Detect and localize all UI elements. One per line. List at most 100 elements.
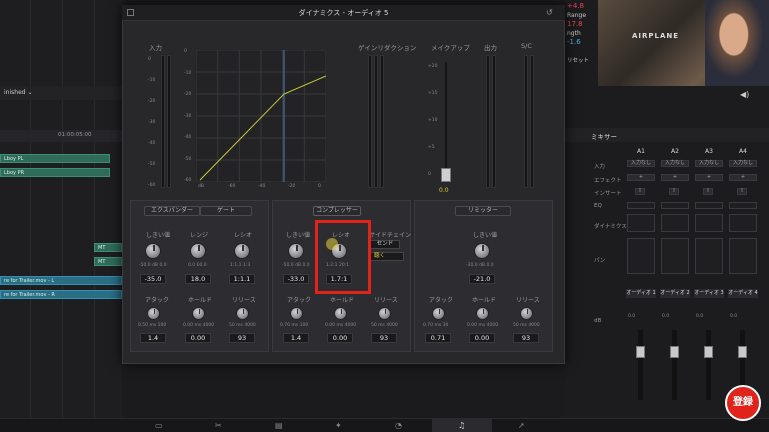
- lim-hold-value[interactable]: 0.00: [469, 333, 495, 343]
- lim-attack-scale: 0.70 ms 30: [423, 323, 449, 328]
- lim-release-value[interactable]: 93: [513, 333, 539, 343]
- sidechain-listen-button[interactable]: 聴く: [370, 252, 404, 261]
- comp-attack-value[interactable]: 1.4: [283, 333, 309, 343]
- channel-fader-track[interactable]: [672, 330, 677, 400]
- channel-effect-button[interactable]: +: [661, 174, 689, 181]
- channel-track-name[interactable]: オーディオ 4: [728, 289, 758, 298]
- exp-range-value[interactable]: 18.0: [185, 274, 211, 284]
- channel-track-name[interactable]: オーディオ 3: [694, 289, 724, 298]
- input-meter: [161, 55, 165, 188]
- timeline-clip-small[interactable]: MT: [94, 243, 122, 252]
- exp-threshold-label: しきい値: [146, 232, 171, 239]
- exp-release-knob[interactable]: [236, 307, 249, 320]
- limiter-toggle[interactable]: リミッター: [455, 206, 511, 216]
- channel-effect-button[interactable]: +: [729, 174, 757, 181]
- channel-fader-cap[interactable]: [636, 346, 645, 358]
- lim-release-knob[interactable]: [520, 307, 533, 320]
- comp-attack-knob[interactable]: [290, 307, 303, 320]
- timeline-clip[interactable]: re for Trailer.mov - L: [0, 276, 122, 285]
- timeline-clip-small[interactable]: MT: [94, 257, 122, 266]
- channel-input-button[interactable]: 入力なし: [661, 160, 689, 167]
- exp-range-knob[interactable]: [190, 243, 206, 259]
- row-label-pan: パン: [594, 258, 606, 264]
- exp-hold-knob[interactable]: [192, 307, 205, 320]
- makeup-slider-handle[interactable]: [441, 168, 451, 182]
- channel-eq[interactable]: [695, 202, 723, 209]
- channel-track-name[interactable]: オーディオ 2: [660, 289, 690, 298]
- comp-hold-value[interactable]: 0.00: [327, 333, 353, 343]
- exp-hold-value[interactable]: 0.00: [185, 333, 211, 343]
- timeline-clip[interactable]: Lboy PR: [0, 168, 110, 177]
- exp-release-value[interactable]: 93: [229, 333, 255, 343]
- close-icon[interactable]: [127, 9, 134, 16]
- color-page-icon[interactable]: ◔: [395, 421, 402, 430]
- channel-insert-button[interactable]: I: [635, 188, 645, 195]
- lim-attack-knob[interactable]: [432, 307, 445, 320]
- lim-release-scale: 50 ms 4000: [513, 323, 540, 328]
- timecode: 01:00:05:00: [58, 132, 92, 138]
- timeline-ruler[interactable]: 01:00:05:00: [0, 130, 122, 142]
- edit-page-icon[interactable]: ▤: [275, 421, 283, 430]
- reset-button[interactable]: リセット: [567, 56, 589, 64]
- channel-insert-button[interactable]: I: [669, 188, 679, 195]
- range-label: Range: [567, 12, 587, 19]
- channel-input-button[interactable]: 入力なし: [729, 160, 757, 167]
- comp-threshold-value[interactable]: -33.0: [283, 274, 309, 284]
- comp-threshold-knob[interactable]: [288, 243, 304, 259]
- lim-attack-value[interactable]: 0.71: [425, 333, 451, 343]
- channel-effect-button[interactable]: +: [627, 174, 655, 181]
- lim-hold-knob[interactable]: [476, 307, 489, 320]
- tab-expander[interactable]: エクスパンダー: [144, 206, 200, 216]
- comp-release-knob[interactable]: [378, 307, 391, 320]
- makeup-slider-track[interactable]: [445, 62, 447, 180]
- sidechain-send-button[interactable]: センド: [370, 240, 400, 249]
- tab-gate[interactable]: ゲート: [200, 206, 252, 216]
- channel-track-name[interactable]: オーディオ 1: [626, 289, 656, 298]
- lim-threshold-value[interactable]: -21.0: [469, 274, 495, 284]
- timeline-clip[interactable]: Lboy PL: [0, 154, 110, 163]
- channel-pan[interactable]: [627, 238, 655, 274]
- channel-dynamics[interactable]: [661, 214, 689, 232]
- row-label-input: 入力: [594, 164, 606, 170]
- exp-attack-value[interactable]: 1.4: [140, 333, 166, 343]
- channel-dynamics[interactable]: [695, 214, 723, 232]
- channel-eq[interactable]: [661, 202, 689, 209]
- channel-pan[interactable]: [729, 238, 757, 274]
- channel-effect-button[interactable]: +: [695, 174, 723, 181]
- timeline-status[interactable]: inished ⌄: [0, 86, 122, 100]
- long-value: -1.6: [567, 38, 581, 46]
- exp-threshold-value[interactable]: -35.0: [140, 274, 166, 284]
- channel-fader-cap[interactable]: [670, 346, 679, 358]
- channel-fader-track[interactable]: [638, 330, 643, 400]
- speaker-icon[interactable]: ◀): [740, 90, 749, 99]
- channel-fader-cap[interactable]: [704, 346, 713, 358]
- timeline-clip[interactable]: re for Trailer.mov - R: [0, 290, 122, 299]
- reset-icon[interactable]: ↺: [546, 8, 553, 17]
- channel-dynamics[interactable]: [729, 214, 757, 232]
- channel-pan[interactable]: [661, 238, 689, 274]
- exp-ratio-value[interactable]: 1:1.1: [229, 274, 255, 284]
- channel-dynamics[interactable]: [627, 214, 655, 232]
- cut-page-icon[interactable]: ✂: [215, 421, 222, 430]
- channel-fader-track[interactable]: [706, 330, 711, 400]
- media-page-icon[interactable]: ▭: [155, 421, 163, 430]
- lim-hold-scale: 0.00 ms 4000: [467, 323, 499, 328]
- compressor-toggle[interactable]: コンプレッサー: [313, 206, 361, 216]
- channel-fader-cap[interactable]: [738, 346, 747, 358]
- channel-eq[interactable]: [627, 202, 655, 209]
- lim-threshold-knob[interactable]: [474, 243, 490, 259]
- channel-eq[interactable]: [729, 202, 757, 209]
- exp-ratio-knob[interactable]: [234, 243, 250, 259]
- fusion-page-icon[interactable]: ✦: [335, 421, 342, 430]
- channel-insert-button[interactable]: I: [703, 188, 713, 195]
- comp-hold-knob[interactable]: [334, 307, 347, 320]
- channel-input-button[interactable]: 入力なし: [695, 160, 723, 167]
- exp-attack-knob[interactable]: [147, 307, 160, 320]
- exp-threshold-knob[interactable]: [145, 243, 161, 259]
- transfer-graph: [196, 50, 326, 182]
- comp-release-value[interactable]: 93: [371, 333, 397, 343]
- channel-pan[interactable]: [695, 238, 723, 274]
- channel-insert-button[interactable]: I: [737, 188, 747, 195]
- deliver-page-icon[interactable]: ➚: [518, 421, 525, 430]
- channel-input-button[interactable]: 入力なし: [627, 160, 655, 167]
